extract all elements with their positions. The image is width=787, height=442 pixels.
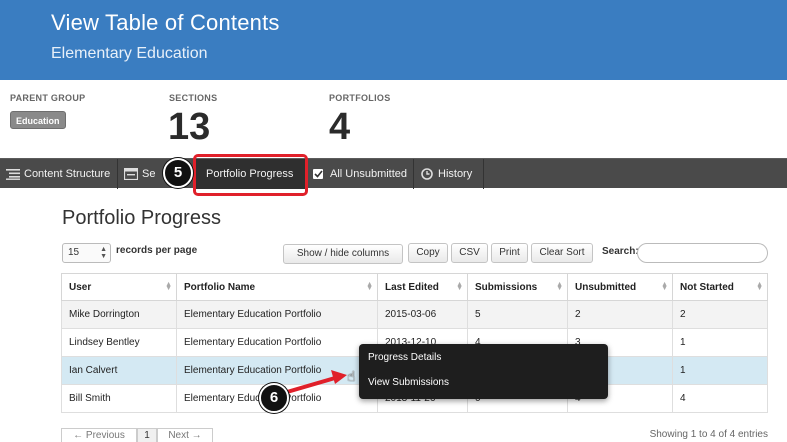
calendar-icon — [124, 168, 138, 181]
page-title: View Table of Contents — [51, 10, 280, 35]
sort-icon: ▲ ▼ — [456, 281, 463, 292]
sections-label: SECTIONS — [169, 93, 218, 103]
table-cell: Lindsey Bentley — [61, 328, 177, 357]
sections-count: 13 — [168, 106, 211, 148]
stats-panel: PARENT GROUP Education SECTIONS 13 PORTF… — [0, 80, 787, 158]
parent-group-badge[interactable]: Education — [10, 111, 66, 129]
table-cell: 1 — [672, 328, 768, 357]
sort-icon: ▲ ▼ — [661, 281, 668, 292]
records-per-page-label: records per page — [116, 245, 198, 256]
table-cell: Ian Calvert — [61, 356, 177, 385]
stepper-arrows-icon: ▲ ▼ — [100, 246, 107, 260]
clear-sort-button[interactable]: Clear Sort — [531, 243, 593, 263]
table-cell: 2 — [567, 300, 673, 329]
step-5-callout: 5 — [163, 158, 193, 188]
column-header-unsubmitted[interactable]: Unsubmitted ▲ ▼ — [567, 273, 673, 301]
table-cell: 4 — [672, 384, 768, 413]
checkbox-icon — [313, 169, 323, 180]
section-title: Portfolio Progress — [62, 207, 221, 229]
column-header-portfolio-name[interactable]: Portfolio Name ▲ ▼ — [176, 273, 378, 301]
tab-bar: Content Structure Se Portfolio Progress … — [0, 158, 787, 189]
print-button[interactable]: Print — [491, 243, 528, 263]
table-cell: 5 — [467, 300, 568, 329]
tab-label: All Unsubmitted — [330, 168, 408, 180]
portfolios-label: PORTFOLIOS — [329, 93, 391, 103]
tab-label: Se — [142, 168, 156, 180]
page-header: View Table of Contents Elementary Educat… — [0, 0, 787, 80]
parent-group-label: PARENT GROUP — [10, 93, 86, 103]
next-page-button[interactable]: Next → — [157, 428, 213, 442]
table-cell: 1 — [672, 356, 768, 385]
previous-page-button[interactable]: ← Previous — [61, 428, 137, 442]
progress-details-menu-item[interactable]: Progress Details — [368, 352, 441, 363]
copy-button[interactable]: Copy — [408, 243, 448, 263]
tab-label: Content Structure — [24, 168, 111, 180]
entries-info: Showing 1 to 4 of 4 entries — [649, 429, 768, 440]
sort-icon: ▲ ▼ — [756, 281, 763, 292]
list-icon — [6, 169, 20, 180]
records-per-page-select[interactable]: 15 ▲ ▼ — [62, 243, 111, 263]
search-label: Search: — [602, 246, 639, 257]
sort-icon: ▲ ▼ — [165, 281, 172, 292]
table-cell: 2 — [672, 300, 768, 329]
search-input[interactable] — [637, 243, 768, 263]
portfolios-count: 4 — [329, 106, 351, 148]
sort-icon: ▲ ▼ — [556, 281, 563, 292]
table-row[interactable]: Mike Dorrington Elementary Education Por… — [61, 300, 768, 329]
tab-content-structure[interactable]: Content Structure — [0, 159, 118, 189]
history-icon — [421, 168, 433, 180]
column-header-not-started[interactable]: Not Started ▲ ▼ — [672, 273, 768, 301]
view-submissions-menu-item[interactable]: View Submissions — [368, 377, 449, 388]
table-cell: Elementary Education Portfolio — [176, 328, 378, 357]
row-context-menu: Progress Details View Submissions — [359, 344, 608, 399]
table-cell: Mike Dorrington — [61, 300, 177, 329]
csv-button[interactable]: CSV — [451, 243, 488, 263]
step-6-callout: 6 — [259, 383, 289, 413]
pointer-arrow-icon — [286, 370, 347, 394]
table-cell: Elementary Education Portfolio — [176, 300, 378, 329]
column-header-user[interactable]: User ▲ ▼ — [61, 273, 177, 301]
page-subtitle: Elementary Education — [51, 45, 208, 62]
sort-icon: ▲ ▼ — [366, 281, 373, 292]
tab-all-unsubmitted[interactable]: All Unsubmitted — [306, 159, 414, 189]
column-header-submissions[interactable]: Submissions ▲ ▼ — [467, 273, 568, 301]
show-hide-columns-button[interactable]: Show / hide columns — [283, 244, 403, 264]
table-cell: Bill Smith — [61, 384, 177, 413]
table-cell: 2015-03-06 — [377, 300, 468, 329]
column-header-last-edited[interactable]: Last Edited ▲ ▼ — [377, 273, 468, 301]
tab-label: History — [438, 168, 473, 180]
records-per-page-value: 15 — [68, 247, 80, 258]
page-1-button[interactable]: 1 — [137, 428, 157, 442]
highlight-box — [193, 154, 308, 196]
tab-history[interactable]: History — [414, 159, 484, 189]
